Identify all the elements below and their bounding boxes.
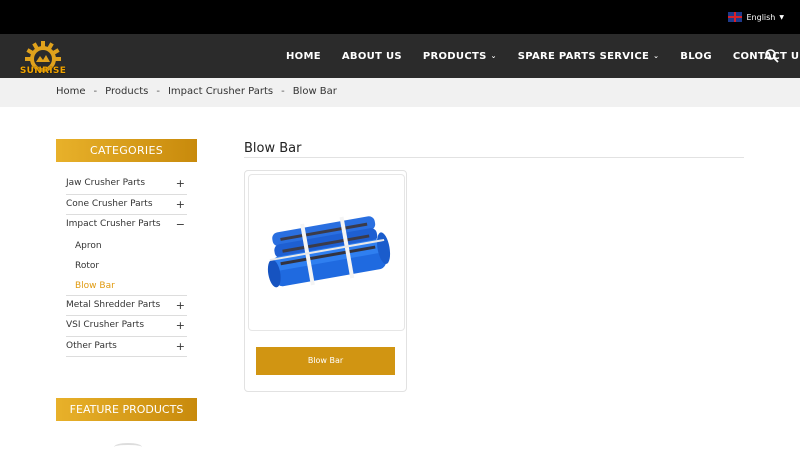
sidebar: CATEGORIES Jaw Crusher Parts + Cone Crus… [56, 139, 197, 357]
expand-icon[interactable]: + [176, 316, 185, 335]
category-other-parts[interactable]: Other Parts + [66, 337, 187, 357]
nav-blog-label: BLOG [680, 50, 712, 62]
category-cone-crusher-parts[interactable]: Cone Crusher Parts + [66, 195, 187, 215]
product-card[interactable]: Blow Bar [244, 170, 407, 392]
uk-flag-icon [728, 12, 743, 22]
breadcrumb-separator: - [93, 86, 98, 97]
expand-icon[interactable]: + [176, 195, 185, 214]
category-jaw-crusher-parts[interactable]: Jaw Crusher Parts + [66, 174, 187, 195]
category-metal-shredder-parts[interactable]: Metal Shredder Parts + [66, 296, 187, 316]
category-label: VSI Crusher Parts [66, 320, 145, 330]
top-bar: English ▼ [0, 0, 800, 34]
category-label: Metal Shredder Parts [66, 299, 161, 310]
breadcrumb: Home - Products - Impact Crusher Parts -… [56, 86, 337, 97]
menu: HOME ABOUT US PRODUCTS ⌄ SPARE PARTS SERV… [286, 34, 800, 78]
category-vsi-crusher-parts[interactable]: VSI Crusher Parts + [66, 316, 187, 337]
caret-down-icon: ▼ [779, 13, 784, 21]
nav-home[interactable]: HOME [286, 51, 321, 62]
category-label: Impact Crusher Parts [66, 219, 161, 229]
breadcrumb-home[interactable]: Home [56, 86, 86, 97]
logo[interactable]: SUNRISE [14, 38, 72, 76]
nav-blog[interactable]: BLOG [680, 51, 712, 62]
nav-spare-parts-service[interactable]: SPARE PARTS SERVICE ⌄ [518, 51, 660, 62]
category-impact-crusher-parts[interactable]: Impact Crusher Parts − [66, 215, 187, 236]
breadcrumb-separator: - [281, 86, 285, 97]
category-label: Jaw Crusher Parts [66, 178, 146, 188]
categories-heading: CATEGORIES [56, 139, 197, 162]
subcategory-rotor[interactable]: Rotor [66, 256, 187, 276]
logo-text: SUNRISE [19, 66, 67, 76]
main-navigation: SUNRISE HOME ABOUT US PRODUCTS ⌄ SPARE PA… [0, 34, 800, 78]
subcategory-blow-bar[interactable]: Blow Bar [66, 276, 187, 296]
category-label: Other Parts [66, 340, 117, 351]
nav-about-us-label: ABOUT US [341, 50, 402, 62]
blow-bar-image [267, 216, 391, 288]
expand-icon[interactable]: + [176, 174, 185, 193]
page-title: Blow Bar [244, 141, 302, 156]
nav-products-label: PRODUCTS [422, 50, 487, 62]
expand-icon[interactable]: + [176, 337, 185, 356]
feature-products-heading: FEATURE PRODUCTS [56, 398, 197, 421]
language-selector[interactable]: English ▼ [728, 12, 784, 22]
subcategory-apron[interactable]: Apron [66, 236, 187, 256]
product-image[interactable] [248, 174, 405, 331]
nav-products[interactable]: PRODUCTS ⌄ [423, 51, 497, 62]
breadcrumb-bar: Home - Products - Impact Crusher Parts -… [0, 78, 800, 107]
collapse-icon[interactable]: − [176, 215, 185, 234]
breadcrumb-current: Blow Bar [292, 86, 337, 97]
chevron-down-icon: ⌄ [490, 52, 497, 60]
expand-icon[interactable]: + [176, 296, 185, 315]
nav-about-us[interactable]: ABOUT US [342, 51, 402, 62]
breadcrumb-impact-crusher-parts[interactable]: Impact Crusher Parts [168, 86, 273, 97]
nav-home-label: HOME [286, 50, 321, 62]
category-label: Cone Crusher Parts [66, 198, 153, 209]
language-label: English [746, 12, 776, 22]
chevron-down-icon: ⌄ [653, 52, 660, 60]
breadcrumb-separator: - [156, 86, 160, 97]
title-divider [244, 157, 744, 158]
product-title-button[interactable]: Blow Bar [256, 347, 395, 375]
breadcrumb-products[interactable]: Products [105, 86, 148, 97]
nav-spare-parts-label: SPARE PARTS SERVICE [517, 50, 650, 62]
category-list: Jaw Crusher Parts + Cone Crusher Parts +… [66, 174, 187, 357]
search-icon[interactable] [764, 48, 780, 64]
